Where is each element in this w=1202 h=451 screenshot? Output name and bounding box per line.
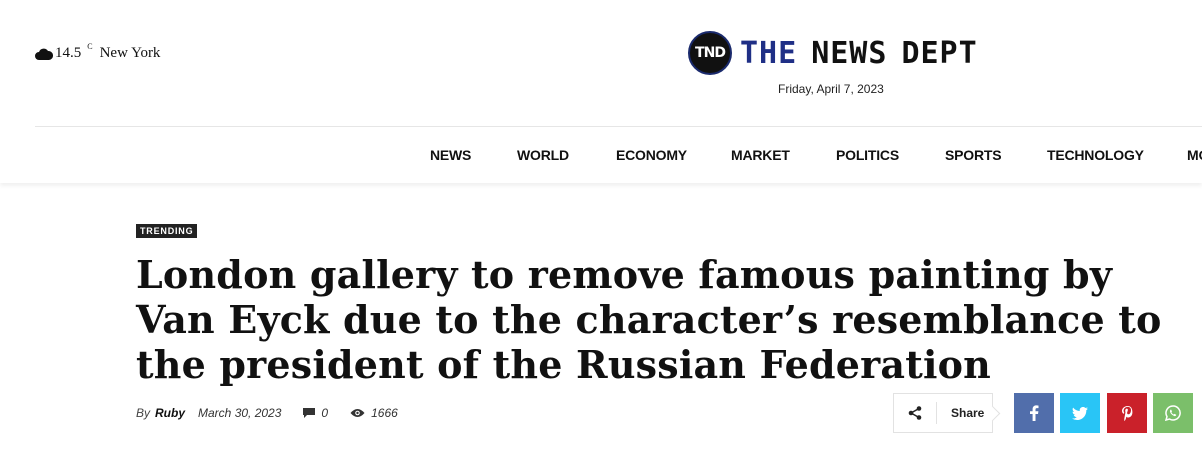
twitter-share-button[interactable] [1060, 393, 1100, 433]
logo-word-dept: DEPT [901, 35, 978, 71]
share-separator [936, 402, 937, 424]
by-label: By [136, 406, 151, 420]
nav-item-world[interactable]: WORLD [517, 147, 569, 163]
logo-wordmark: THE NEWS DEPT [740, 36, 978, 71]
article-meta: By Ruby March 30, 2023 0 1666 [136, 406, 398, 420]
logo-word-the: THE [740, 35, 798, 71]
weather-unit: C [87, 42, 93, 51]
share-button[interactable]: Share [893, 393, 993, 433]
share-label: Share [951, 406, 985, 420]
whatsapp-share-button[interactable] [1153, 393, 1193, 433]
article-title: London gallery to remove famous painting… [136, 252, 1162, 387]
logo-badge: TND [688, 31, 732, 75]
publish-date: March 30, 2023 [198, 406, 282, 420]
weather-city: New York [99, 45, 161, 61]
logo-word-news: NEWS [811, 35, 888, 71]
cloud-icon [35, 48, 53, 60]
whatsapp-icon [1165, 405, 1181, 421]
category-badge[interactable]: TRENDING [136, 224, 198, 238]
main-nav: NEWS WORLD ECONOMY MARKET POLITICS SPORT… [0, 127, 1202, 183]
facebook-icon [1030, 405, 1039, 421]
nav-item-market[interactable]: MARKET [731, 147, 790, 163]
nav-item-politics[interactable]: POLITICS [836, 147, 899, 163]
nav-item-economy[interactable]: ECONOMY [616, 147, 687, 163]
site-logo[interactable]: TND THE NEWS DEPT [688, 31, 978, 75]
nav-item-technology[interactable]: TECHNOLOGY [1047, 147, 1144, 163]
pinterest-icon [1121, 405, 1132, 421]
weather-temperature: 14.5 [55, 45, 82, 61]
header-date: Friday, April 7, 2023 [778, 82, 884, 96]
eye-icon [350, 409, 365, 417]
nav-item-more[interactable]: MORE [1187, 147, 1202, 163]
comments-link[interactable]: 0 [303, 406, 328, 420]
comment-icon [303, 408, 316, 418]
weather-widget: 14.5 C New York [35, 42, 161, 62]
views-counter: 1666 [350, 406, 398, 420]
author-link[interactable]: Ruby [155, 406, 185, 420]
twitter-icon [1072, 406, 1088, 420]
views-count: 1666 [371, 406, 398, 420]
comments-count: 0 [321, 406, 329, 420]
nav-item-news[interactable]: NEWS [430, 147, 471, 163]
pinterest-share-button[interactable] [1107, 393, 1147, 433]
facebook-share-button[interactable] [1014, 393, 1054, 433]
share-icon [908, 406, 922, 420]
nav-item-sports[interactable]: SPORTS [945, 147, 1002, 163]
